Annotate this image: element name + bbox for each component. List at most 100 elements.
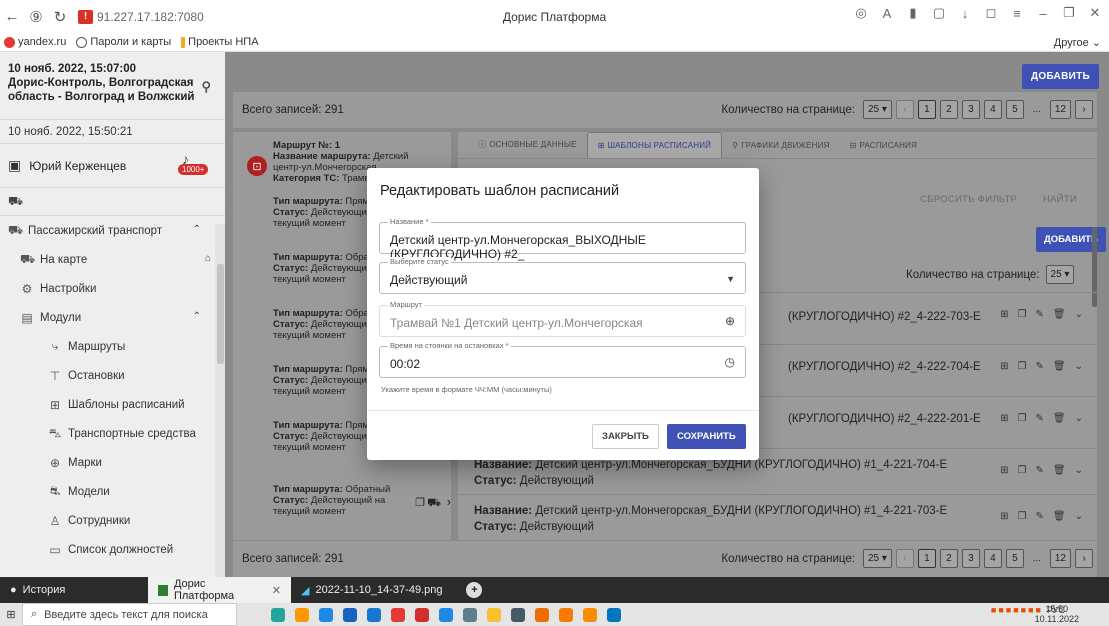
table-row[interactable]: Название: Детский центр-ул.Мончегорская_… [458,494,1097,546]
page-2[interactable]: 2 [939,549,958,568]
sidebar-item-passenger[interactable]: ⛟ Пассажирский транспорт ⌃ [0,216,225,245]
collections-icon[interactable]: ▢ [929,5,949,21]
app-icon[interactable] [391,607,405,622]
app-icon[interactable] [439,607,453,622]
sidebar-item-routes[interactable]: ⤷ Маршруты [0,332,225,361]
new-tab-button[interactable]: + [466,582,483,598]
delete-icon[interactable]: 🗑 [1053,361,1066,372]
page-3[interactable]: 3 [961,549,980,568]
sidebar-scrollbar[interactable] [215,224,225,577]
grid-icon[interactable]: ⊞ [1000,511,1008,522]
taskbar-search[interactable]: ⌕ Введите здесь текст для поиска [22,603,237,626]
tab-screenshot[interactable]: ◢ 2022-11-10_14-37-49.png [291,577,452,603]
app-icon[interactable] [583,607,597,622]
transport-icon-row[interactable]: ⛟ [0,188,225,216]
restore-icon[interactable]: ❐ [1059,5,1079,21]
sidebar-item-stops[interactable]: ⊤ Остановки [0,361,225,390]
edit-icon[interactable]: ✎ [1036,511,1044,522]
app-icon[interactable] [343,607,357,622]
sidebar-item-brands[interactable]: ⊕ Марки [0,448,225,477]
yandex-icon[interactable]: ⑨ [24,5,48,29]
page-5[interactable]: 5 [1005,100,1024,119]
page-1[interactable]: 1 [917,549,936,568]
app-icon[interactable] [607,607,621,622]
app-icon[interactable] [511,607,525,622]
tab-movement-charts[interactable]: ⚲ ГРАФИКИ ДВИЖЕНИЯ [722,141,839,158]
save-button[interactable]: СОХРАНИТЬ [667,424,746,449]
close-tab-icon[interactable]: ✕ [272,584,281,597]
grid-icon[interactable]: ⊞ [1000,361,1008,372]
status-select[interactable]: Выберите статус Действующий ▼ [379,257,746,294]
grid-icon[interactable]: ⊞ [1000,309,1008,320]
clock-icon[interactable]: ◷ [725,355,735,369]
find-button[interactable]: НАЙТИ [1043,194,1077,205]
chevron-down-icon[interactable]: ⌄ [1075,465,1083,476]
tab-schedule-templates[interactable]: ⊞ ШАБЛОНЫ РАСПИСАНИЙ [586,132,723,158]
sidebar-item-vehicles[interactable]: ⛍ Транспортные средства [0,419,225,448]
page-4[interactable]: 4 [983,549,1002,568]
chevron-down-icon[interactable]: ⌄ [1075,413,1083,424]
app-icon[interactable] [559,607,573,622]
copy-icon[interactable]: ❐ [1018,511,1027,522]
per-page-select[interactable]: 25 ▾ [862,100,892,119]
prev-page-button[interactable]: ‹ [895,549,914,568]
extensions-icon[interactable]: ◻ [981,5,1001,21]
route-item[interactable]: Тип маршрута: Обратный Статус: Действующ… [233,484,451,517]
sidebar-item-employees[interactable]: ♙ Сотрудники [0,506,225,535]
reload-icon[interactable]: ↻ [48,5,72,29]
close-button[interactable]: ЗАКРЫТЬ [592,424,659,449]
taskbar-clock[interactable]: 15:50 10.11.2022 [1035,604,1079,624]
zoom-in-icon[interactable]: ⊕ [725,314,735,328]
sidebar-item-map[interactable]: ⛟ На карте ⌂ [0,245,225,274]
page-1[interactable]: 1 [917,100,936,119]
chevron-right-icon[interactable]: › [447,495,451,508]
tab-main-data[interactable]: ⓘ ОСНОВНЫЕ ДАННЫЕ [468,139,587,158]
bookmark-other[interactable]: Другое ⌄ [1054,36,1101,49]
copy-icon[interactable]: ❐ [1018,361,1027,372]
copy-icon[interactable]: ❐ [1018,465,1027,476]
location-pin-icon[interactable]: ⚲ [201,80,211,94]
close-window-icon[interactable]: ✕ [1085,5,1105,21]
sidebar-item-modules[interactable]: ▤ Модули ⌃ [0,303,225,332]
delete-icon[interactable]: 🗑 [1053,511,1066,522]
minimize-icon[interactable]: – [1033,6,1053,21]
page-12[interactable]: 12 [1049,100,1071,119]
prev-page-button[interactable]: ‹ [895,100,914,119]
name-field[interactable]: Название * Детский центр-ул.Мончегорская… [379,217,746,261]
page-3[interactable]: 3 [961,100,980,119]
delete-icon[interactable]: 🗑 [1053,413,1066,424]
bookmark-passwords[interactable]: Пароли и карты [76,36,171,48]
app-icon[interactable] [271,607,285,622]
page-2[interactable]: 2 [939,100,958,119]
grid-icon[interactable]: ⊞ [1000,465,1008,476]
windows-start-icon[interactable]: ⊞ [0,608,22,621]
translate-icon[interactable]: A [877,6,897,21]
sidebar-item-positions[interactable]: ▭ Список должностей [0,535,225,564]
app-icon[interactable] [415,607,429,622]
edit-icon[interactable]: ✎ [1036,309,1044,320]
back-icon[interactable]: ← [0,5,24,29]
stop-time-field[interactable]: Время на стоянки на остановках * 00:02 ◷ [379,341,746,378]
history-button[interactable]: ● История [0,584,148,596]
next-page-button[interactable]: › [1075,100,1093,119]
sidebar-item-schedule-templates[interactable]: ⊞ Шаблоны расписаний [0,390,225,419]
app-icon[interactable] [367,607,381,622]
reset-filter-button[interactable]: СБРОСИТЬ ФИЛЬТР [920,194,1017,205]
scroll-thumb[interactable] [217,264,224,364]
copy-icon[interactable]: ❐ [415,498,425,509]
per-page-select[interactable]: 25 ▾ [1045,265,1075,284]
edit-icon[interactable]: ✎ [1036,413,1044,424]
sidebar-item-settings[interactable]: ⚙ Настройки [0,274,225,303]
app-icon[interactable] [463,607,477,622]
tab-doris[interactable]: Дорис Платформа ✕ [148,577,291,603]
address-bar[interactable]: ! 91.227.17.182:7080 [78,9,204,24]
bookmark-icon[interactable]: ▮ [903,5,923,21]
edit-icon[interactable]: ✎ [1036,465,1044,476]
copy-icon[interactable]: ❐ [1018,413,1027,424]
page-4[interactable]: 4 [983,100,1002,119]
app-icon[interactable] [295,607,309,622]
per-page-select[interactable]: 25 ▾ [862,549,892,568]
next-page-button[interactable]: › [1075,549,1093,568]
app-icon[interactable] [535,607,549,622]
delete-icon[interactable]: 🗑 [1053,309,1066,320]
